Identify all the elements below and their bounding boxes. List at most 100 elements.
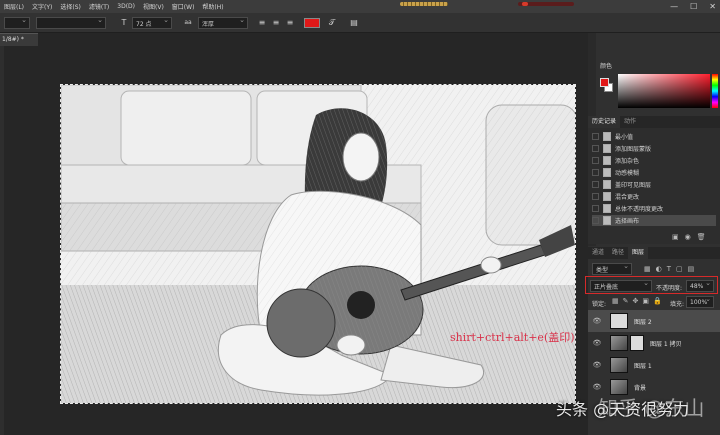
history-doc-icon <box>603 204 611 213</box>
history-item[interactable]: 添加杂色 <box>592 155 716 166</box>
minimize-button[interactable]: — <box>670 2 678 11</box>
anti-alias-icon: aa <box>184 19 192 26</box>
character-panel-icon[interactable]: ▤ <box>348 17 360 29</box>
tab-actions[interactable]: 动作 <box>620 116 640 128</box>
layer-filter-icons: ▦ ◐ T ▢ ▤ <box>644 265 694 273</box>
layer-row-selected[interactable]: 👁 图层 2 <box>588 310 720 332</box>
notification-indicator <box>518 2 574 6</box>
text-color-swatch[interactable] <box>304 18 320 28</box>
menu-type[interactable]: 文字(Y) <box>28 2 56 11</box>
layer-row[interactable]: 👁 图层 1 拷贝 <box>588 332 720 354</box>
color-panel-title: 颜色 <box>600 63 613 70</box>
filter-type-icon[interactable]: T <box>667 265 671 273</box>
history-item-label: 混合更改 <box>615 194 640 201</box>
layer-name: 图层 1 拷贝 <box>650 340 682 348</box>
lock-label: 锁定: <box>592 301 607 308</box>
history-item-label: 添加杂色 <box>615 158 640 165</box>
history-doc-icon <box>603 180 611 189</box>
eye-icon[interactable]: 👁 <box>592 339 602 347</box>
layer-name: 图层 2 <box>634 318 652 326</box>
layer-thumbnail <box>610 313 628 329</box>
tool-preset-select[interactable] <box>4 16 30 29</box>
sketch-image <box>61 85 575 403</box>
history-checkbox <box>592 169 599 176</box>
fill-label: 填充: <box>670 301 685 308</box>
history-checkbox <box>592 133 599 140</box>
font-size-select[interactable]: 72 点 <box>132 16 172 29</box>
options-bar: T 72 点 aa 浑厚 ≡ ≡ ≡ 𝒯 ▤ <box>0 13 720 33</box>
status-indicator <box>400 2 448 6</box>
history-item[interactable]: 最小值 <box>592 131 716 142</box>
menu-select[interactable]: 选择(S) <box>56 2 85 11</box>
document-canvas[interactable] <box>60 84 576 404</box>
align-center-icon[interactable]: ≡ <box>270 17 282 29</box>
menu-3d[interactable]: 3D(D) <box>113 3 139 10</box>
tab-paths[interactable]: 路径 <box>608 247 628 259</box>
menu-bar: 图层(L) 文字(Y) 选择(S) 滤镜(T) 3D(D) 视图(V) 窗口(W… <box>0 0 720 13</box>
foreground-color-swatch[interactable] <box>600 78 609 87</box>
history-checkbox <box>592 181 599 188</box>
lock-artboard-icon[interactable]: ▣ <box>642 297 649 305</box>
anti-alias-select[interactable]: 浑厚 <box>198 16 248 29</box>
document-tab-bar: 1/8#) * <box>0 33 588 46</box>
history-item[interactable]: 总体不透明度更改 <box>592 203 716 214</box>
history-item-label: 总体不透明度更改 <box>615 206 664 213</box>
history-doc-icon <box>603 168 611 177</box>
eye-icon[interactable]: 👁 <box>592 361 602 369</box>
lock-all-icon[interactable]: 🔒 <box>653 297 662 305</box>
canvas-area[interactable]: shirt+ctrl+alt+e(盖印) <box>4 46 588 435</box>
font-style-select[interactable] <box>36 16 106 29</box>
snapshot-icon[interactable]: ◉ <box>685 233 691 241</box>
history-item[interactable]: 动感模糊 <box>592 167 716 178</box>
menu-help[interactable]: 帮助(H) <box>198 2 227 11</box>
close-button[interactable]: ✕ <box>709 2 716 11</box>
layer-row[interactable]: 👁 图层 1 <box>588 354 720 376</box>
fill-input[interactable]: 100% <box>686 295 714 308</box>
eye-icon[interactable]: 👁 <box>592 383 602 391</box>
maximize-button[interactable]: ☐ <box>690 2 697 11</box>
history-item[interactable]: 添加图层蒙版 <box>592 143 716 154</box>
layer-thumbnail <box>610 357 628 373</box>
tab-history[interactable]: 历史记录 <box>588 116 621 128</box>
history-item[interactable]: 盖印可见图层 <box>592 179 716 190</box>
layer-name: 图层 1 <box>634 362 652 370</box>
history-footer-icons: ▣ ◉ 🗑 <box>672 233 706 241</box>
color-picker-field[interactable] <box>618 74 710 108</box>
history-checkbox <box>592 145 599 152</box>
tab-channels[interactable]: 通道 <box>588 247 608 259</box>
trash-icon[interactable]: 🗑 <box>697 233 706 241</box>
hue-slider[interactable] <box>712 74 718 108</box>
history-item-label: 盖印可见图层 <box>615 182 652 189</box>
menu-filter[interactable]: 滤镜(T) <box>85 2 113 11</box>
lock-transparent-icon[interactable]: ▦ <box>612 297 619 305</box>
align-right-icon[interactable]: ≡ <box>284 17 296 29</box>
document-tab[interactable]: 1/8#) * <box>0 33 38 46</box>
tab-layers[interactable]: 图层 <box>628 247 649 259</box>
history-doc-icon <box>603 156 611 165</box>
history-checkbox <box>592 217 599 224</box>
align-left-icon[interactable]: ≡ <box>256 17 268 29</box>
history-item-label: 最小值 <box>615 134 634 141</box>
filter-smart-icon[interactable]: ▤ <box>688 265 695 273</box>
history-item-label: 选择画布 <box>615 218 640 225</box>
history-checkbox <box>592 157 599 164</box>
menu-view[interactable]: 视图(V) <box>139 2 168 11</box>
lock-brush-icon[interactable]: ✎ <box>623 297 629 305</box>
filter-adjust-icon[interactable]: ◐ <box>656 265 662 273</box>
new-document-icon[interactable]: ▣ <box>672 233 679 241</box>
history-item[interactable]: 混合更改 <box>592 191 716 202</box>
layers-tabs: 通道 路径 图层 <box>588 247 720 259</box>
history-item-selected[interactable]: 选择画布 <box>592 215 716 226</box>
history-doc-icon <box>603 192 611 201</box>
layer-filter-select[interactable]: 类型 <box>592 262 632 275</box>
eye-icon[interactable]: 👁 <box>592 317 602 325</box>
history-tabs: 历史记录 动作 <box>588 116 720 128</box>
filter-pixel-icon[interactable]: ▦ <box>644 265 651 273</box>
menu-layer[interactable]: 图层(L) <box>0 2 28 11</box>
filter-shape-icon[interactable]: ▢ <box>676 265 683 273</box>
menu-window[interactable]: 窗口(W) <box>168 2 199 11</box>
history-item-label: 动感模糊 <box>615 170 640 177</box>
history-item-label: 添加图层蒙版 <box>615 146 652 153</box>
lock-move-icon[interactable]: ✥ <box>633 297 639 305</box>
warp-text-icon[interactable]: 𝒯 <box>326 17 338 29</box>
